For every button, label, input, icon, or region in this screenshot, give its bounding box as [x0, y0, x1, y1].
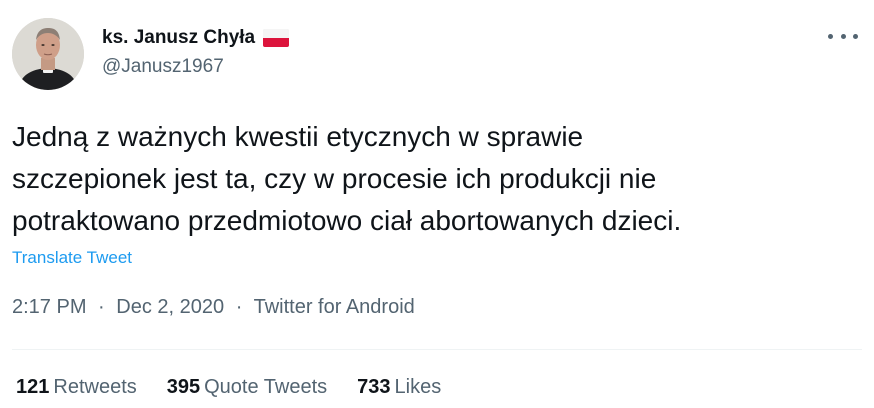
- quote-tweets-count: 395: [166, 376, 201, 398]
- quote-tweets-stat[interactable]: 395 Quote Tweets: [167, 376, 327, 399]
- retweets-count: 121: [16, 376, 50, 398]
- author-block: ks. Janusz Chyła @Janusz1967: [102, 24, 290, 78]
- more-dot: [853, 33, 858, 39]
- tweet-text-line: potraktowano przedmiotowo ciał abortowan…: [12, 205, 682, 236]
- retweets-stat[interactable]: 121 Retweets: [16, 376, 137, 399]
- tweet-date[interactable]: Dec 2, 2020: [116, 296, 224, 318]
- display-name-row: ks. Janusz Chyła: [102, 24, 290, 52]
- likes-stat[interactable]: 733 Likes: [357, 376, 441, 399]
- username-handle[interactable]: @Janusz1967: [102, 56, 289, 78]
- tweet-metadata: 2:17 PM · Dec 2, 2020 · Twitter for Andr…: [12, 296, 415, 319]
- translate-tweet-link[interactable]: Translate Tweet: [12, 248, 132, 268]
- tweet-text: Jedną z ważnych kwestii etycznych w spra…: [12, 116, 862, 242]
- tweet-text-line: szczepionek jest ta, czy w procesie ich …: [12, 163, 657, 194]
- more-dot: [840, 33, 846, 39]
- likes-label: Likes: [394, 376, 442, 398]
- separator-dot: ·: [98, 296, 105, 318]
- quote-tweets-label: Quote Tweets: [204, 376, 328, 398]
- retweets-label: Retweets: [53, 376, 137, 398]
- divider: [12, 349, 862, 350]
- poland-flag-icon: [263, 29, 290, 47]
- tweet-detail: ks. Janusz Chyła @Janusz1967 Jedną z waż…: [0, 0, 874, 408]
- tweet-source[interactable]: Twitter for Android: [254, 296, 415, 318]
- tweet-text-line: Jedną z ważnych kwestii etycznych w spra…: [12, 121, 584, 152]
- more-options-icon[interactable]: [828, 26, 858, 46]
- display-name[interactable]: ks. Janusz Chyła: [102, 27, 255, 49]
- more-dot: [828, 33, 833, 39]
- tweet-time[interactable]: 2:17 PM: [12, 296, 86, 318]
- avatar[interactable]: [12, 18, 84, 90]
- engagement-stats: 121 Retweets 395 Quote Tweets 733 Likes: [16, 376, 471, 399]
- separator-dot: ·: [235, 296, 243, 318]
- avatar-image: [12, 18, 84, 90]
- likes-count: 733: [357, 376, 391, 398]
